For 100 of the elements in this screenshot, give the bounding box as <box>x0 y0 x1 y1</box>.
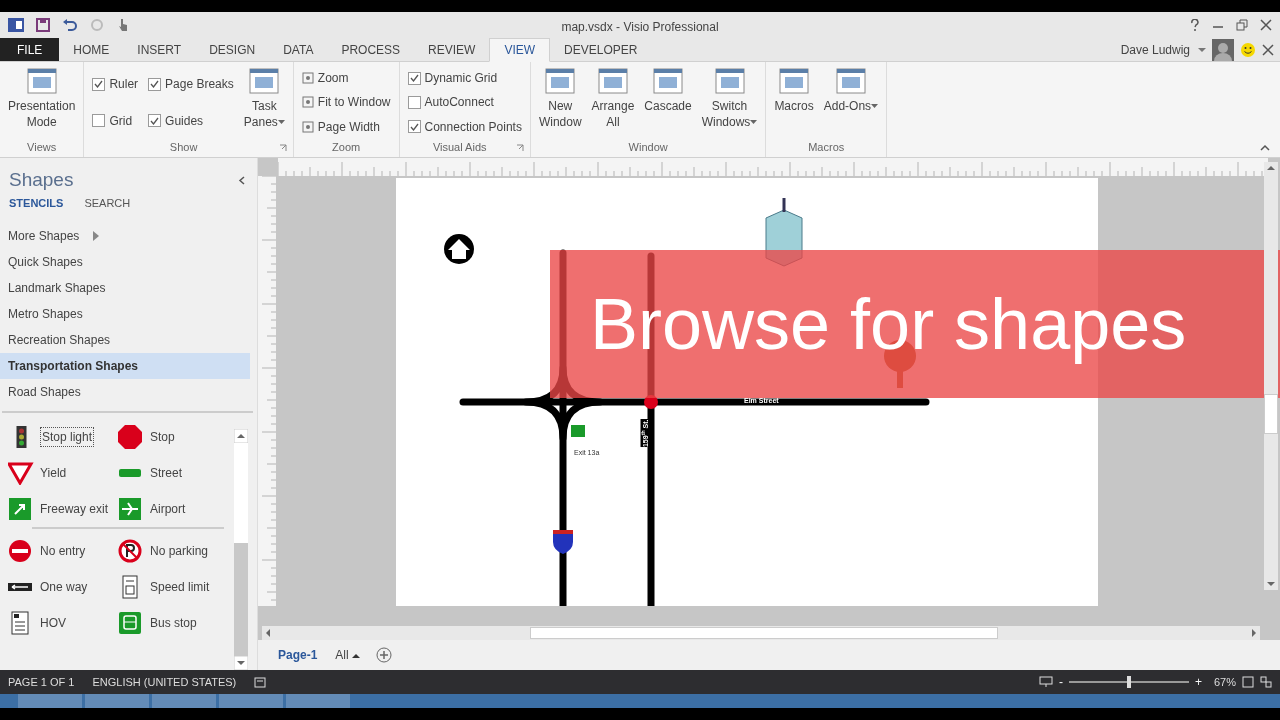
ribbon-button[interactable]: Page Width <box>299 116 393 137</box>
undo-icon[interactable] <box>62 18 78 32</box>
page-tab[interactable]: Page-1 <box>276 646 320 664</box>
macro-record-icon[interactable] <box>254 676 267 688</box>
close-icon[interactable] <box>1262 43 1274 56</box>
checkbox[interactable]: Grid <box>90 110 141 131</box>
restore-icon[interactable] <box>1236 19 1248 31</box>
stop-sign-icon <box>118 425 144 449</box>
collapse-ribbon-icon[interactable] <box>1260 144 1270 151</box>
caret-icon[interactable] <box>1198 46 1206 53</box>
page-tab[interactable]: All <box>333 646 362 664</box>
stencil-item[interactable]: Recreation Shapes <box>0 327 250 353</box>
scroll-down-icon[interactable] <box>234 656 248 670</box>
switch-windows-icon[interactable] <box>1260 676 1272 688</box>
ribbon-tab[interactable]: PROCESS <box>327 38 415 61</box>
group-label: Views <box>26 140 58 155</box>
checkmark-icon <box>150 80 160 89</box>
stencil-item[interactable]: Quick Shapes <box>0 249 250 275</box>
no-entry-icon <box>8 539 34 563</box>
caption-banner: Browse for shapes <box>550 250 1280 398</box>
ribbon-button[interactable]: Presentation Mode <box>6 66 78 130</box>
checkbox[interactable]: Connection Points <box>405 116 524 137</box>
collapse-pane-icon[interactable] <box>238 175 245 185</box>
shape-item[interactable]: Bus stop <box>118 611 228 635</box>
interstate-shield-icon <box>553 530 573 554</box>
zoom-tool-icon <box>301 120 314 133</box>
shape-item[interactable]: Stop light <box>8 425 118 449</box>
exit-sign-icon <box>571 425 585 437</box>
fit-page-icon[interactable] <box>1242 676 1254 688</box>
ribbon-tab[interactable]: INSERT <box>123 38 196 61</box>
shape-item[interactable]: Yield <box>8 461 118 485</box>
checkbox[interactable]: Dynamic Grid <box>405 68 524 89</box>
ribbon-tab[interactable]: VIEW <box>489 38 551 62</box>
shape-item[interactable]: One way <box>8 575 118 599</box>
scrollbar-thumb[interactable] <box>530 627 998 639</box>
scrollbar-thumb[interactable] <box>234 543 248 656</box>
shape-item[interactable]: HOV <box>8 611 118 635</box>
checkbox[interactable]: AutoConnect <box>405 92 524 113</box>
slider-thumb[interactable] <box>1126 676 1131 688</box>
zoom-in-button[interactable]: + <box>1194 673 1202 691</box>
ribbon-button[interactable]: Add-Ons <box>821 66 881 116</box>
stencil-item[interactable]: Road Shapes <box>0 379 250 405</box>
language-indicator: ENGLISH (UNITED STATES) <box>92 674 237 690</box>
ribbon-button[interactable]: Cascade <box>642 66 694 114</box>
yield-sign-icon <box>8 461 34 485</box>
ribbon-button[interactable]: Macros <box>772 66 816 114</box>
zoom-tool-icon <box>301 72 314 85</box>
scroll-up-icon[interactable] <box>234 429 248 443</box>
shape-item[interactable]: No entry <box>8 539 118 563</box>
help-icon[interactable] <box>1190 19 1200 31</box>
scrollbar-thumb[interactable] <box>1264 394 1278 434</box>
ribbon-tab[interactable]: DESIGN <box>195 38 270 61</box>
dialog-launcher-icon[interactable] <box>515 144 524 152</box>
checkbox[interactable]: Ruler <box>90 74 141 95</box>
smiley-icon[interactable] <box>1240 41 1256 58</box>
stencil-item[interactable]: Transportation Shapes <box>0 353 250 379</box>
shape-item[interactable]: Street <box>118 461 228 485</box>
shape-item[interactable]: Freeway exit <box>8 497 118 521</box>
avatar <box>1212 38 1234 61</box>
page-indicator: PAGE 1 OF 1 <box>8 674 75 690</box>
shape-item[interactable]: Airport <box>118 497 228 521</box>
pane-tab[interactable]: SEARCH <box>75 194 131 211</box>
add-page-icon[interactable] <box>375 647 392 663</box>
checkmark-icon <box>94 80 104 89</box>
file-tab[interactable]: FILE <box>0 38 60 61</box>
pane-tab[interactable]: STENCILS <box>0 194 64 211</box>
user-name[interactable]: Dave Ludwig <box>1118 39 1192 60</box>
ribbon-button[interactable]: Switch Windows <box>699 66 760 132</box>
stencil-item[interactable]: Landmark Shapes <box>0 275 250 301</box>
ribbon-tab[interactable]: REVIEW <box>414 38 490 61</box>
shape-item[interactable]: Speed limit <box>118 575 228 599</box>
ribbon-button[interactable]: Zoom <box>299 68 393 89</box>
ribbon-button[interactable]: Arrange All <box>589 66 637 130</box>
no-parking-icon <box>118 539 144 563</box>
group-label: Show <box>168 140 199 155</box>
home-marker-icon <box>444 234 474 264</box>
ribbon-button[interactable]: Fit to Window <box>299 92 393 113</box>
zoom-out-button[interactable]: - <box>1058 673 1063 691</box>
checkbox[interactable]: Guides <box>146 110 236 131</box>
ribbon-tab[interactable]: DEVELOPER <box>550 38 652 61</box>
ribbon-tab[interactable]: HOME <box>59 38 124 61</box>
checkbox[interactable]: Page Breaks <box>146 74 236 95</box>
caret-icon <box>750 120 758 126</box>
stencil-item[interactable]: More Shapes <box>0 223 250 249</box>
caret-icon <box>277 120 285 126</box>
ribbon-tab[interactable]: DATA <box>269 38 328 61</box>
close-icon[interactable] <box>1260 19 1272 31</box>
checkmark-icon <box>150 116 160 125</box>
caret-icon <box>871 104 879 110</box>
ribbon-button[interactable]: New Window <box>536 66 584 130</box>
checkmark-icon <box>409 74 419 83</box>
shape-item[interactable]: No parking <box>118 539 228 563</box>
stencil-item[interactable]: Metro Shapes <box>0 301 250 327</box>
save-icon[interactable] <box>36 18 50 32</box>
presentation-icon[interactable] <box>1038 676 1053 688</box>
window-title: map.vsdx - Visio Professional <box>561 20 719 34</box>
shape-item[interactable]: Stop <box>118 425 228 449</box>
ribbon-button[interactable]: Task Panes <box>241 66 287 132</box>
pointer-icon[interactable] <box>116 18 130 32</box>
dialog-launcher-icon[interactable] <box>278 144 287 152</box>
